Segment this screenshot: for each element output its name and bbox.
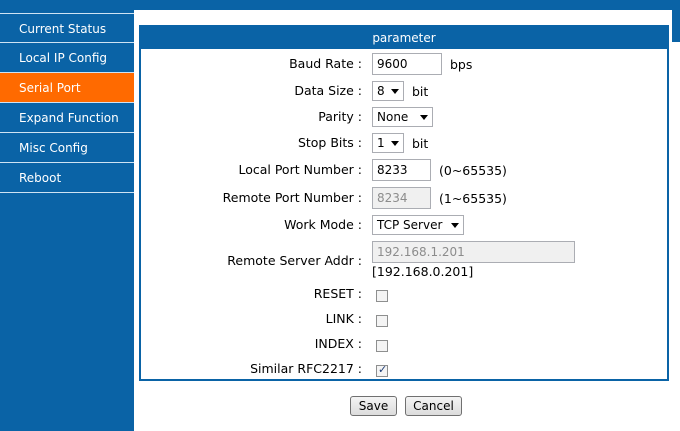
data-size-unit: bit bbox=[411, 83, 429, 99]
sidebar-item-misc-config[interactable]: Misc Config bbox=[0, 133, 134, 163]
remote-port-input[interactable] bbox=[372, 187, 431, 209]
sidebar-item-serial-port[interactable]: Serial Port bbox=[0, 73, 134, 103]
sidebar-item-current-status[interactable]: Current Status bbox=[0, 13, 134, 43]
link-label: LINK : bbox=[325, 311, 362, 326]
link-checkbox[interactable] bbox=[376, 314, 388, 327]
panel-title: parameter bbox=[141, 27, 667, 49]
baud-rate-label: Baud Rate : bbox=[289, 56, 362, 71]
remote-addr-input[interactable] bbox=[372, 241, 575, 263]
data-size-select[interactable]: 8 bbox=[372, 81, 404, 101]
chevron-down-icon bbox=[391, 141, 399, 146]
stop-bits-value: 1 bbox=[377, 136, 385, 150]
sidebar-item-local-ip-config[interactable]: Local IP Config bbox=[0, 43, 134, 73]
parameter-panel: parameter Baud Rate : bps Data Size : 8 … bbox=[139, 25, 669, 381]
work-mode-select[interactable]: TCP Server bbox=[372, 215, 464, 235]
remote-port-label: Remote Port Number : bbox=[222, 190, 362, 205]
remote-addr-note: [192.168.0.201] bbox=[372, 264, 474, 279]
top-bar bbox=[0, 0, 680, 10]
sidebar-item-reboot[interactable]: Reboot bbox=[0, 163, 134, 193]
reset-label: RESET : bbox=[313, 286, 362, 301]
stop-bits-select[interactable]: 1 bbox=[372, 133, 404, 153]
cancel-button[interactable]: Cancel bbox=[405, 396, 462, 416]
work-mode-value: TCP Server bbox=[377, 218, 443, 232]
right-edge-strip bbox=[672, 10, 680, 42]
local-port-range: (0~65535) bbox=[438, 162, 507, 178]
baud-rate-input[interactable] bbox=[372, 53, 442, 75]
reset-checkbox[interactable] bbox=[376, 289, 388, 302]
chevron-down-icon bbox=[420, 115, 428, 120]
data-size-value: 8 bbox=[377, 84, 385, 98]
parity-label: Parity : bbox=[318, 109, 362, 124]
sidebar-item-expand-function[interactable]: Expand Function bbox=[0, 103, 134, 133]
checkmark-icon: ✓ bbox=[378, 362, 388, 376]
local-port-label: Local Port Number : bbox=[238, 162, 362, 177]
data-size-label: Data Size : bbox=[294, 83, 362, 98]
remote-addr-label: Remote Server Addr : bbox=[227, 253, 362, 268]
sidebar-nav: Current Status Local IP Config Serial Po… bbox=[0, 10, 134, 431]
save-button[interactable]: Save bbox=[350, 396, 397, 416]
index-checkbox[interactable] bbox=[376, 339, 388, 352]
rfc2217-label: Similar RFC2217 : bbox=[250, 361, 362, 376]
local-port-input[interactable] bbox=[372, 159, 431, 181]
parity-value: None bbox=[377, 110, 409, 124]
work-mode-label: Work Mode : bbox=[284, 217, 362, 232]
index-label: INDEX : bbox=[314, 336, 362, 351]
parity-select[interactable]: None bbox=[372, 107, 433, 127]
stop-bits-unit: bit bbox=[411, 135, 429, 151]
stop-bits-label: Stop Bits : bbox=[297, 135, 362, 150]
chevron-down-icon bbox=[451, 223, 459, 228]
chevron-down-icon bbox=[391, 89, 399, 94]
baud-rate-unit: bps bbox=[449, 56, 473, 72]
remote-port-range: (1~65535) bbox=[438, 190, 507, 206]
rfc2217-checkbox[interactable]: ✓ bbox=[376, 362, 388, 377]
